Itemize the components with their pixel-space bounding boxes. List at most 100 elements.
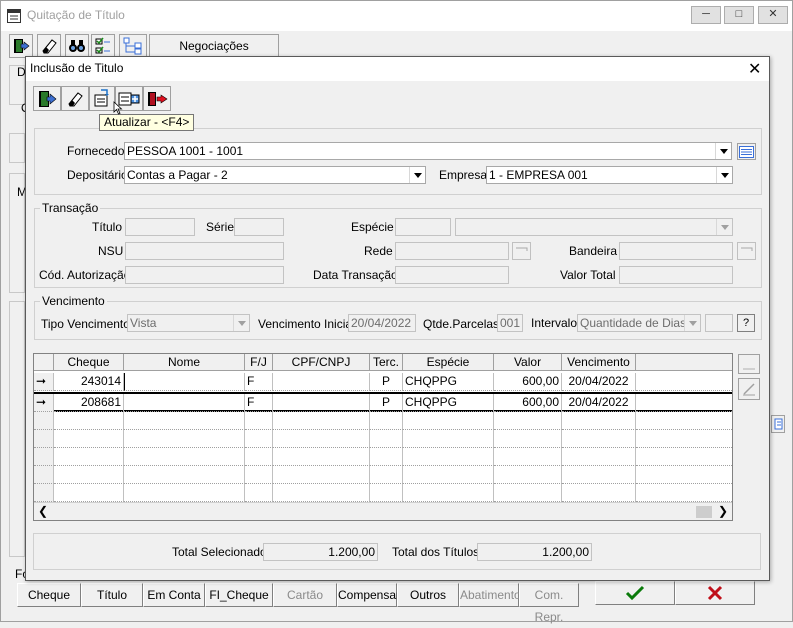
- grid-add-button[interactable]: [738, 354, 760, 374]
- fornecedor-dropdown-arrow[interactable]: [715, 143, 731, 159]
- cell-cheque[interactable]: 208681: [54, 394, 124, 412]
- cell-cheque[interactable]: 243014: [54, 373, 124, 391]
- cell-terc[interactable]: P: [370, 394, 403, 412]
- scrollbar-thumb[interactable]: [696, 506, 712, 518]
- vencimento-inicial-input[interactable]: 20/04/2022: [348, 314, 416, 332]
- col-header-cheque[interactable]: Cheque: [54, 354, 124, 371]
- bandeira-input[interactable]: [619, 242, 733, 260]
- main-edit-button[interactable]: [37, 34, 61, 58]
- main-exit-button[interactable]: [9, 34, 33, 58]
- fornecedor-label: Fornecedor: [67, 144, 129, 158]
- dialog-exit-button[interactable]: [33, 86, 61, 111]
- cell-especie[interactable]: CHQPPG: [403, 394, 494, 412]
- cell-valor[interactable]: 600,00: [494, 394, 562, 412]
- arrow-right-icon: ➞: [36, 395, 47, 409]
- fornecedor-lookup-button[interactable]: [737, 143, 756, 160]
- compensar-button[interactable]: Compensar: [337, 583, 400, 607]
- table-row-selected[interactable]: ➞ 208681 F P CHQPPG 600,00 20/04/2022: [34, 392, 732, 412]
- cell-fj[interactable]: F: [245, 394, 273, 412]
- list-icon: [516, 247, 528, 251]
- intervalo-dropdown-arrow[interactable]: [684, 315, 700, 331]
- main-tree-button[interactable]: [119, 34, 147, 58]
- refresh-icon: [94, 88, 109, 106]
- col-header-valor[interactable]: Valor: [494, 354, 562, 371]
- tipo-vencimento-dropdown-arrow[interactable]: [233, 315, 249, 331]
- qtde-parcelas-input[interactable]: 001: [497, 314, 523, 332]
- col-header-fj[interactable]: F/J: [245, 354, 273, 371]
- data-transacao-input[interactable]: [395, 266, 509, 284]
- abatimento-button[interactable]: Abatimento: [459, 583, 521, 607]
- cell-cpf[interactable]: [273, 394, 370, 412]
- intervalo-select[interactable]: Quantidade de Dias: [577, 314, 701, 332]
- dialog-clear-button[interactable]: [61, 86, 89, 111]
- intervalo-days-input[interactable]: [705, 314, 733, 332]
- fi-cheque-button[interactable]: FI_Cheque: [205, 583, 273, 607]
- com-repr-button[interactable]: Com. Repr.: [519, 583, 579, 624]
- rede-input[interactable]: [395, 242, 509, 260]
- cell-especie[interactable]: CHQPPG: [403, 373, 494, 391]
- fornecedor-select[interactable]: PESSOA 1001 - 1001: [124, 142, 732, 160]
- especie-code-input[interactable]: [395, 218, 451, 236]
- grid-edit-button[interactable]: [738, 378, 760, 400]
- bandeira-lookup-button[interactable]: [737, 242, 756, 260]
- confirm-button[interactable]: [595, 581, 675, 605]
- cancel-button[interactable]: [675, 581, 755, 605]
- help-button[interactable]: ?: [737, 314, 755, 332]
- depositario-select[interactable]: Contas a Pagar - 2: [124, 166, 426, 184]
- bg-panel-field: [9, 133, 25, 163]
- rede-lookup-button[interactable]: [512, 242, 531, 260]
- minimize-button[interactable]: ─: [691, 6, 721, 24]
- dialog-remove-button[interactable]: [143, 86, 171, 111]
- dialog-close-button[interactable]: ✕: [748, 59, 761, 79]
- dialog-refresh-button[interactable]: [89, 86, 115, 111]
- cell-terc[interactable]: P: [370, 373, 403, 391]
- close-main-button[interactable]: ✕: [758, 6, 788, 24]
- cartao-button[interactable]: Cartão: [273, 583, 337, 607]
- tipo-vencimento-value: Vista: [130, 316, 157, 330]
- titulo-input[interactable]: [125, 218, 195, 236]
- cell-fj[interactable]: F: [245, 373, 273, 391]
- col-header-nome[interactable]: Nome: [124, 354, 245, 371]
- especie-select[interactable]: [455, 218, 733, 236]
- maximize-icon: □: [735, 8, 743, 20]
- serie-label: Série: [206, 220, 235, 234]
- main-search-button[interactable]: [65, 34, 89, 58]
- scroll-right-icon[interactable]: ❯: [718, 504, 728, 518]
- main-checklist-button[interactable]: [91, 34, 115, 58]
- col-header-vencimento[interactable]: Vencimento: [562, 354, 636, 371]
- cod-autorizacao-input[interactable]: [125, 266, 284, 284]
- checklist-icon: [95, 37, 110, 54]
- cell-vencimento[interactable]: 20/04/2022: [562, 394, 636, 412]
- col-header-cpf-cnpj[interactable]: CPF/CNPJ: [273, 354, 370, 371]
- empresa-dropdown-arrow[interactable]: [716, 167, 732, 183]
- empresa-select[interactable]: 1 - EMPRESA 001: [486, 166, 733, 184]
- outros-button[interactable]: Outros: [397, 583, 459, 607]
- grid-horizontal-scrollbar[interactable]: ❮ ❯: [34, 502, 732, 520]
- cell-cpf[interactable]: [273, 373, 370, 391]
- valor-total-input[interactable]: [619, 266, 733, 284]
- bg-side-button[interactable]: [771, 415, 785, 433]
- empresa-label: Empresa: [439, 168, 488, 182]
- titulo-button[interactable]: Título: [81, 583, 143, 607]
- serie-input[interactable]: [234, 218, 284, 236]
- em-conta-button[interactable]: Em Conta: [143, 583, 205, 607]
- valor-total-label: Valor Total: [560, 268, 616, 282]
- col-header-terc[interactable]: Terc.: [370, 354, 403, 371]
- scroll-left-icon[interactable]: ❮: [38, 504, 48, 518]
- table-row[interactable]: ➞ 243014 F P CHQPPG 600,00 20/04/2022: [34, 373, 732, 391]
- cell-nome[interactable]: [124, 394, 245, 412]
- col-header-especie[interactable]: Espécie: [403, 354, 494, 371]
- titles-grid[interactable]: Cheque Nome F/J CPF/CNPJ Terc. Espécie V…: [33, 353, 733, 521]
- maximize-button[interactable]: □: [724, 6, 754, 24]
- transacao-group-label: Transação: [40, 201, 101, 215]
- cell-vencimento[interactable]: 20/04/2022: [562, 373, 636, 391]
- nsu-input[interactable]: [125, 242, 284, 260]
- cheque-button[interactable]: Cheque: [17, 583, 81, 607]
- negociacoes-finalizadas-button[interactable]: Negociações Finalizadas: [149, 34, 279, 75]
- depositario-dropdown-arrow[interactable]: [409, 167, 425, 183]
- especie-dropdown-arrow[interactable]: [716, 219, 732, 235]
- cell-nome[interactable]: [124, 373, 245, 391]
- col-header-filler: [636, 354, 732, 371]
- cell-valor[interactable]: 600,00: [494, 373, 562, 391]
- tipo-vencimento-select[interactable]: Vista: [127, 314, 250, 332]
